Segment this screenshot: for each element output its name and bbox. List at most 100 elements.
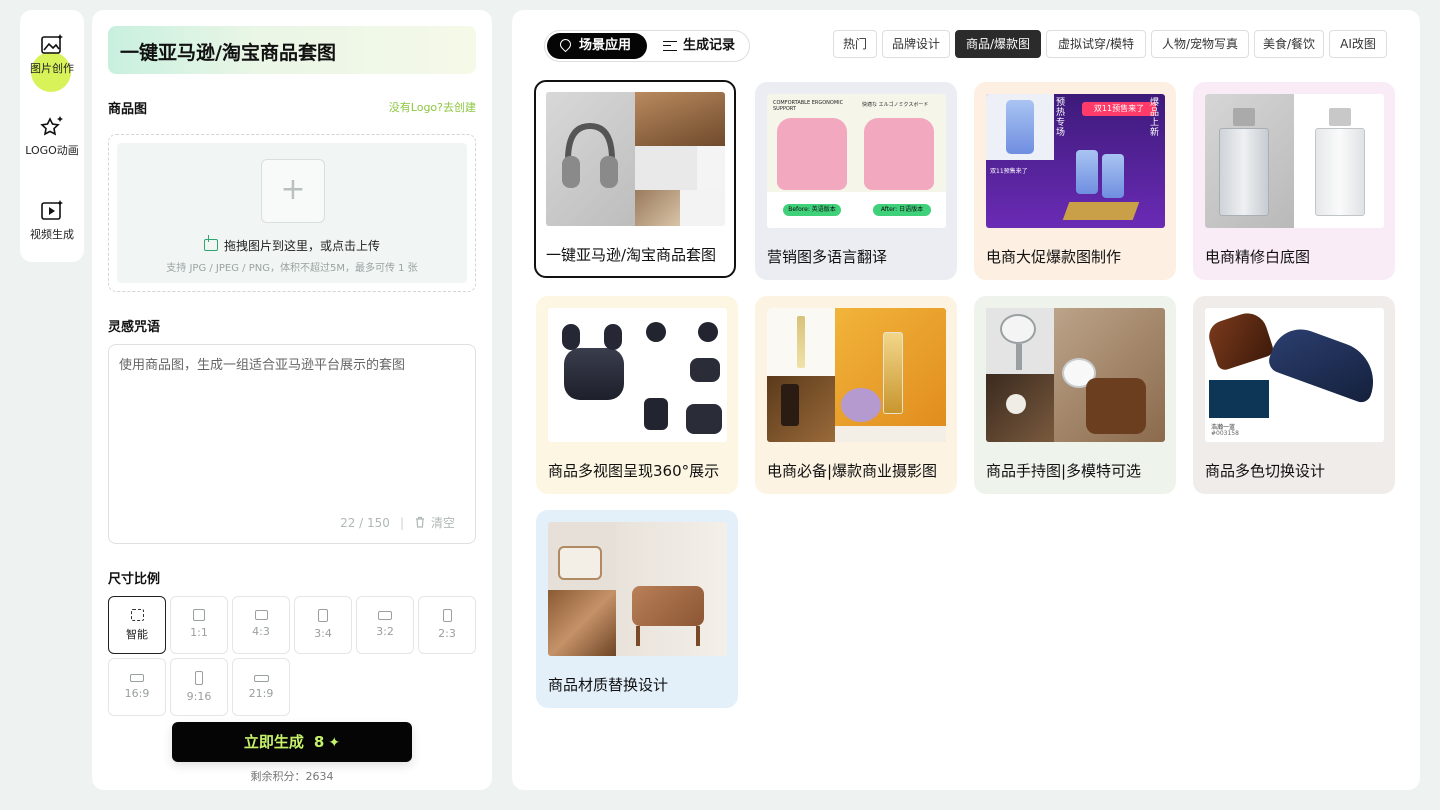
rail-item-logo-animation[interactable]: LOGO动画 — [20, 114, 84, 174]
card-amazon-set[interactable]: 一键亚马逊/淘宝商品套图 — [534, 80, 736, 278]
thumb-banner-text: COMFORTABLE ERGONOMIC SUPPORT — [773, 100, 844, 112]
ratio-shape-icon — [254, 610, 268, 620]
ratio-option-label: 2:3 — [438, 627, 456, 640]
create-logo-link[interactable]: 没有Logo?去创建 — [389, 99, 476, 115]
tab-label: 生成记录 — [683, 38, 736, 53]
tag-product-hot[interactable]: 商品/爆款图 — [955, 30, 1041, 58]
ratio-shape-icon — [442, 609, 452, 622]
card-360-view[interactable]: 商品多视图呈现360°展示 — [536, 296, 738, 494]
ratio-shape-icon — [195, 671, 203, 685]
rail-item-image-creation[interactable]: 图片创作 — [20, 32, 84, 92]
location-pin-icon — [557, 36, 574, 53]
prompt-footer: 22 / 150 | 清空 — [340, 516, 455, 530]
clear-label: 清空 — [430, 516, 455, 530]
tag-brand-design[interactable]: 品牌设计 — [882, 30, 950, 58]
upload-area: + 拖拽图片到这里，或点击上传 支持 JPG / JPEG / PNG，体积不超… — [117, 143, 467, 283]
thumb-promo-banner: 双11预售来了 — [1082, 102, 1156, 116]
card-thumbnail: COMFORTABLE ERGONOMIC SUPPORT 快適な エルゴノミク… — [767, 94, 946, 228]
upload-requirements: 支持 JPG / JPEG / PNG，体积不超过5M，最多可传 1 张 — [166, 263, 418, 274]
upload-plus-button[interactable]: + — [261, 159, 325, 223]
upload-hint: 拖拽图片到这里，或点击上传 — [117, 235, 467, 254]
rail-item-label: 视频生成 — [30, 228, 74, 241]
upload-icon — [203, 235, 218, 251]
page-title: 一键亚马逊/淘宝商品套图 — [120, 42, 336, 64]
ratio-option-label: 16:9 — [124, 687, 150, 700]
tag-virtual-tryon[interactable]: 虚拟试穿/模特 — [1046, 30, 1146, 58]
tag-hot[interactable]: 热门 — [833, 30, 877, 58]
ratio-9-16[interactable]: 9:16 — [170, 658, 228, 716]
card-thumbnail — [548, 308, 727, 442]
card-caption: 营销图多语言翻译 — [767, 248, 888, 266]
prompt-textarea[interactable]: 使用商品图，生成一组适合亚马逊平台展示的套图 — [119, 357, 465, 507]
card-material-swap[interactable]: 商品材质替换设计 — [536, 510, 738, 708]
ratio-16-9[interactable]: 16:9 — [108, 658, 166, 716]
ratio-shape-icon — [130, 674, 144, 682]
card-thumbnail: 浩瀚一蓝 #003158 — [1205, 308, 1384, 442]
card-multilang-translate[interactable]: COMFORTABLE ERGONOMIC SUPPORT 快適な エルゴノミク… — [755, 82, 957, 280]
headphones-icon — [562, 122, 618, 188]
star-sparkle-icon — [39, 114, 65, 140]
ratio-option-label: 4:3 — [252, 625, 270, 638]
rail-item-label: 图片创作 — [30, 62, 74, 75]
generate-cost: 8 — [313, 733, 325, 751]
ratio-3-4[interactable]: 3:4 — [294, 596, 352, 654]
tag-portrait-pet[interactable]: 人物/宠物写真 — [1151, 30, 1249, 58]
card-caption: 商品材质替换设计 — [548, 676, 669, 694]
credits-remaining: 剩余积分：2634 — [250, 770, 334, 783]
ratio-option-label: 1:1 — [190, 626, 208, 639]
trash-icon — [415, 516, 424, 528]
ratio-option-label: 3:2 — [376, 625, 394, 638]
ratio-3-2[interactable]: 3:2 — [356, 596, 414, 654]
main-area: 场景应用 生成记录 热门 品牌设计 商品/爆款图 虚拟试穿/模特 人物/宠物写真… — [512, 10, 1420, 790]
rail-item-video-generation[interactable]: 视频生成 — [20, 198, 84, 258]
ratio-2-3[interactable]: 2:3 — [418, 596, 476, 654]
tag-food[interactable]: 美食/餐饮 — [1254, 30, 1324, 58]
tab-label: 场景应用 — [579, 38, 632, 53]
thumb-before-pill: Before: 英语版本 — [783, 204, 841, 216]
thumb-banner-text-jp: 快適な エルゴノミクスボード — [862, 102, 929, 108]
ratio-shape-icon — [318, 609, 328, 622]
product-image-label: 商品图 — [108, 102, 148, 117]
ratio-smart[interactable]: 智能 — [108, 596, 166, 654]
smart-ratio-icon — [130, 609, 144, 621]
ratio-shape-icon — [378, 611, 392, 620]
card-caption: 商品多视图呈现360°展示 — [548, 462, 720, 480]
card-caption: 商品手持图|多模特可选 — [986, 462, 1142, 480]
ratio-1-1[interactable]: 1:1 — [170, 596, 228, 654]
generate-button[interactable]: 立即生成 8 ✦ — [172, 722, 412, 762]
history-list-icon — [663, 41, 677, 51]
card-caption: 一键亚马逊/淘宝商品套图 — [546, 246, 717, 264]
tab-scene-apps[interactable]: 场景应用 — [547, 33, 647, 59]
ratio-label: 尺寸比例 — [108, 572, 161, 587]
card-thumbnail — [986, 308, 1165, 442]
char-counter: 22 / 150 — [340, 516, 390, 530]
card-multi-color[interactable]: 浩瀚一蓝 #003158 商品多色切换设计 — [1193, 296, 1395, 494]
card-caption: 电商大促爆款图制作 — [986, 248, 1122, 266]
card-thumbnail — [1205, 94, 1384, 228]
ratio-21-9[interactable]: 21:9 — [232, 658, 290, 716]
thumb-after-pill: After: 日语版本 — [873, 204, 931, 216]
card-caption: 商品多色切换设计 — [1205, 462, 1326, 480]
card-thumbnail — [548, 522, 727, 656]
left-rail: 图片创作 LOGO动画 视频生成 — [20, 10, 84, 262]
clear-button[interactable]: 清空 — [414, 516, 455, 530]
card-thumbnail: 双11预售来了 预热专场 爆品上新 双11预售来了 — [986, 94, 1165, 228]
card-promo-hot[interactable]: 双11预售来了 预热专场 爆品上新 双11预售来了 电商大促爆款图制作 — [974, 82, 1176, 280]
config-panel: 一键亚马逊/淘宝商品套图 商品图 没有Logo?去创建 + 拖拽图片到这里，或点… — [92, 10, 492, 790]
card-thumbnail — [546, 92, 725, 226]
thumb-promo-bottom: 双11预售来了 — [990, 168, 1028, 175]
thumb-swatch-code: #003158 — [1211, 430, 1239, 437]
card-handheld[interactable]: 商品手持图|多模特可选 — [974, 296, 1176, 494]
image-sparkle-icon — [39, 32, 65, 58]
prompt-box: 使用商品图，生成一组适合亚马逊平台展示的套图 22 / 150 | 清空 — [108, 344, 476, 544]
card-caption: 电商精修白底图 — [1205, 248, 1311, 266]
tag-ai-edit[interactable]: AI改图 — [1329, 30, 1387, 58]
ratio-4-3[interactable]: 4:3 — [232, 596, 290, 654]
ratio-option-label: 9:16 — [186, 690, 212, 703]
card-white-bg[interactable]: 电商精修白底图 — [1193, 82, 1395, 280]
ratio-option-label: 智能 — [126, 628, 148, 641]
card-commercial-photo[interactable]: 电商必备|爆款商业摄影图 — [755, 296, 957, 494]
tab-history[interactable]: 生成记录 — [653, 33, 747, 59]
thumb-promo-right: 爆品上新 — [1150, 98, 1160, 138]
upload-dropzone[interactable]: + 拖拽图片到这里，或点击上传 支持 JPG / JPEG / PNG，体积不超… — [108, 134, 476, 292]
